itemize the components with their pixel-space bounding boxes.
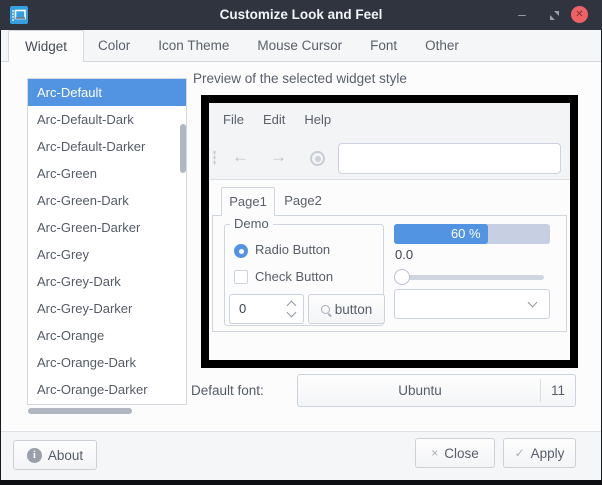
spin-value: 0 xyxy=(239,295,246,323)
preview-notebook: Demo Radio Button Check Button 0 button xyxy=(212,215,567,332)
window-bottom-border xyxy=(0,480,602,485)
slider-track[interactable] xyxy=(396,275,544,280)
combo-box[interactable] xyxy=(394,289,550,319)
list-item[interactable]: Arc-Green xyxy=(28,160,186,187)
default-font-label: Default font: xyxy=(191,374,264,407)
close-button[interactable]: × Close xyxy=(415,438,495,468)
demo-button-label: button xyxy=(335,302,373,317)
widget-theme-list: Arc-Default Arc-Default-Dark Arc-Default… xyxy=(27,78,187,405)
menu-help[interactable]: Help xyxy=(304,108,331,132)
close-window-button[interactable]: ✕ xyxy=(571,6,588,23)
preview-text-entry[interactable] xyxy=(338,143,561,174)
font-select-button[interactable]: Ubuntu 11 xyxy=(297,374,576,407)
list-item[interactable]: Arc-Grey-Darker xyxy=(28,295,186,322)
list-item[interactable]: Arc-Grey xyxy=(28,241,186,268)
chevron-down-icon xyxy=(528,298,538,308)
demo-frame-label: Demo xyxy=(230,216,273,231)
vertical-scrollbar[interactable] xyxy=(180,124,186,173)
preview-tab-page1[interactable]: Page1 xyxy=(221,187,275,216)
preview-toolbar: ← → xyxy=(209,136,570,180)
record-icon[interactable] xyxy=(310,151,325,166)
back-arrow-icon[interactable]: ← xyxy=(232,136,249,180)
list-item[interactable]: Arc-Default-Dark xyxy=(28,106,186,133)
search-icon xyxy=(321,305,330,314)
about-button[interactable]: i About xyxy=(13,440,97,470)
maximize-button[interactable] xyxy=(549,10,560,21)
menu-edit[interactable]: Edit xyxy=(263,108,285,132)
preview-caption: Preview of the selected widget style xyxy=(193,71,407,86)
list-item[interactable]: Arc-Orange-Darker xyxy=(28,376,186,403)
check-icon: ✓ xyxy=(515,446,525,460)
forward-arrow-icon[interactable]: → xyxy=(270,136,287,180)
tab-widget[interactable]: Widget xyxy=(8,30,84,62)
progress-fill: 60 % xyxy=(394,224,488,244)
tab-mouse-cursor[interactable]: Mouse Cursor xyxy=(243,30,356,61)
preview-window: File Edit Help ← → Page1 Page2 Demo Radi… xyxy=(209,103,570,360)
list-item[interactable]: Arc-Orange-Dark xyxy=(28,349,186,376)
demo-frame: Demo Radio Button Check Button 0 button xyxy=(224,224,384,326)
tab-color[interactable]: Color xyxy=(84,30,144,61)
list-item[interactable]: Arc-Green-Darker xyxy=(28,214,186,241)
about-button-label: About xyxy=(48,448,83,463)
demo-right-column: 60 % 0.0 xyxy=(394,216,550,333)
horizontal-scrollbar[interactable] xyxy=(28,408,132,414)
font-size: 11 xyxy=(541,375,575,406)
font-name: Ubuntu xyxy=(298,375,542,406)
radio-button[interactable] xyxy=(234,244,248,258)
preview-menubar: File Edit Help xyxy=(223,108,331,132)
close-icon: × xyxy=(431,446,438,460)
tab-font[interactable]: Font xyxy=(356,30,411,61)
info-icon: i xyxy=(27,448,42,463)
list-item[interactable]: Arc-Green-Dark xyxy=(28,187,186,214)
list-item[interactable]: Arc-Orange xyxy=(28,322,186,349)
radio-button-label: Radio Button xyxy=(255,242,330,257)
toolbar-grip-icon xyxy=(213,150,216,166)
widget-preview-frame: File Edit Help ← → Page1 Page2 Demo Radi… xyxy=(201,95,578,368)
check-button[interactable] xyxy=(234,270,248,284)
preview-tab-page2[interactable]: Page2 xyxy=(275,187,331,216)
spin-down-icon[interactable] xyxy=(287,308,297,318)
titlebar: Customize Look and Feel – ✕ xyxy=(0,0,602,30)
slider-handle[interactable] xyxy=(394,269,410,285)
check-button-label: Check Button xyxy=(255,269,333,284)
scale-value-label: 0.0 xyxy=(395,247,413,262)
list-item[interactable]: Arc-Default xyxy=(28,79,186,106)
spin-button[interactable]: 0 xyxy=(229,294,304,324)
progress-bar: 60 % xyxy=(394,224,550,244)
main-tabstrip: Widget Color Icon Theme Mouse Cursor Fon… xyxy=(1,30,601,62)
lxappearance-window: Customize Look and Feel – ✕ Widget Color… xyxy=(0,0,602,485)
demo-button[interactable]: button xyxy=(308,294,385,324)
menu-file[interactable]: File xyxy=(223,108,244,132)
apply-button[interactable]: ✓ Apply xyxy=(503,438,576,468)
minimize-button[interactable]: – xyxy=(512,0,532,30)
list-item[interactable]: Arc-Grey-Dark xyxy=(28,268,186,295)
list-item[interactable]: Arc-Default-Darker xyxy=(28,133,186,160)
tab-icon-theme[interactable]: Icon Theme xyxy=(144,30,243,61)
close-button-label: Close xyxy=(444,446,479,461)
tab-other[interactable]: Other xyxy=(411,30,473,61)
apply-button-label: Apply xyxy=(531,446,565,461)
